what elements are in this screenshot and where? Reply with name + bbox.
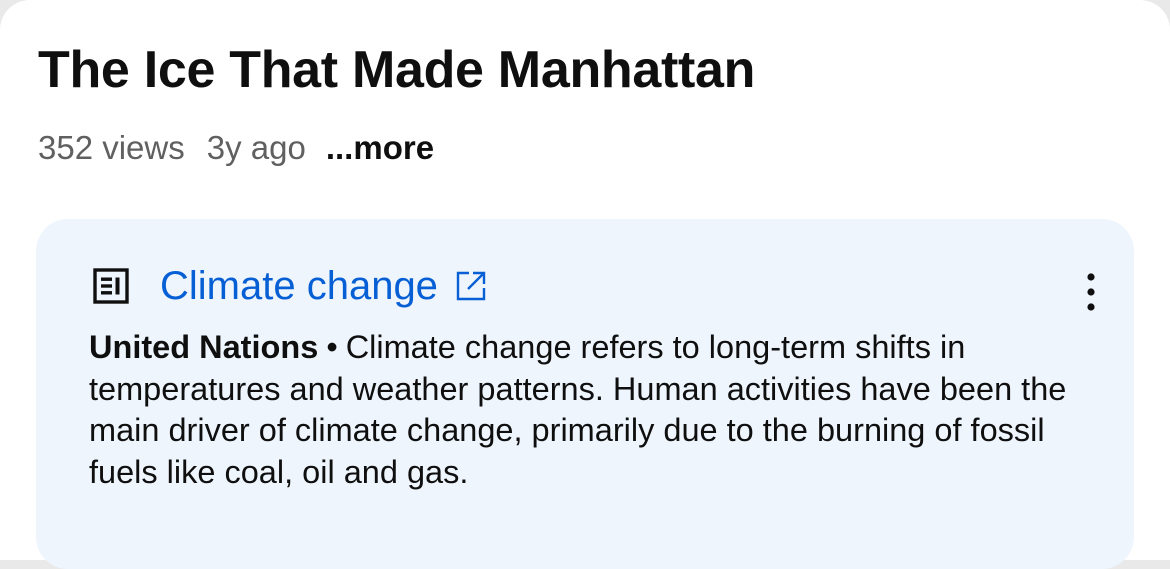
upload-age: 3y ago xyxy=(206,129,306,166)
source-separator: • xyxy=(326,329,338,365)
more-button[interactable]: ...more xyxy=(326,129,434,167)
view-count: 352 views xyxy=(38,129,185,166)
article-icon xyxy=(90,265,132,307)
video-title: The Ice That Made Manhattan xyxy=(38,41,756,99)
info-panel-description: United Nations • Climate change refers to … xyxy=(89,327,1099,493)
more-vert-icon[interactable] xyxy=(1084,271,1098,313)
info-panel-card: Climate change United Nations • Climate ch… xyxy=(36,219,1134,569)
video-meta: 352 views 3y ago ...more xyxy=(38,126,434,170)
external-link-icon[interactable] xyxy=(454,269,488,303)
source-name: United Nations xyxy=(89,329,319,365)
info-panel-header: Climate change xyxy=(90,263,488,309)
description-sheet: The Ice That Made Manhattan 352 views 3y… xyxy=(0,0,1170,569)
climate-change-link[interactable]: Climate change xyxy=(160,264,438,309)
